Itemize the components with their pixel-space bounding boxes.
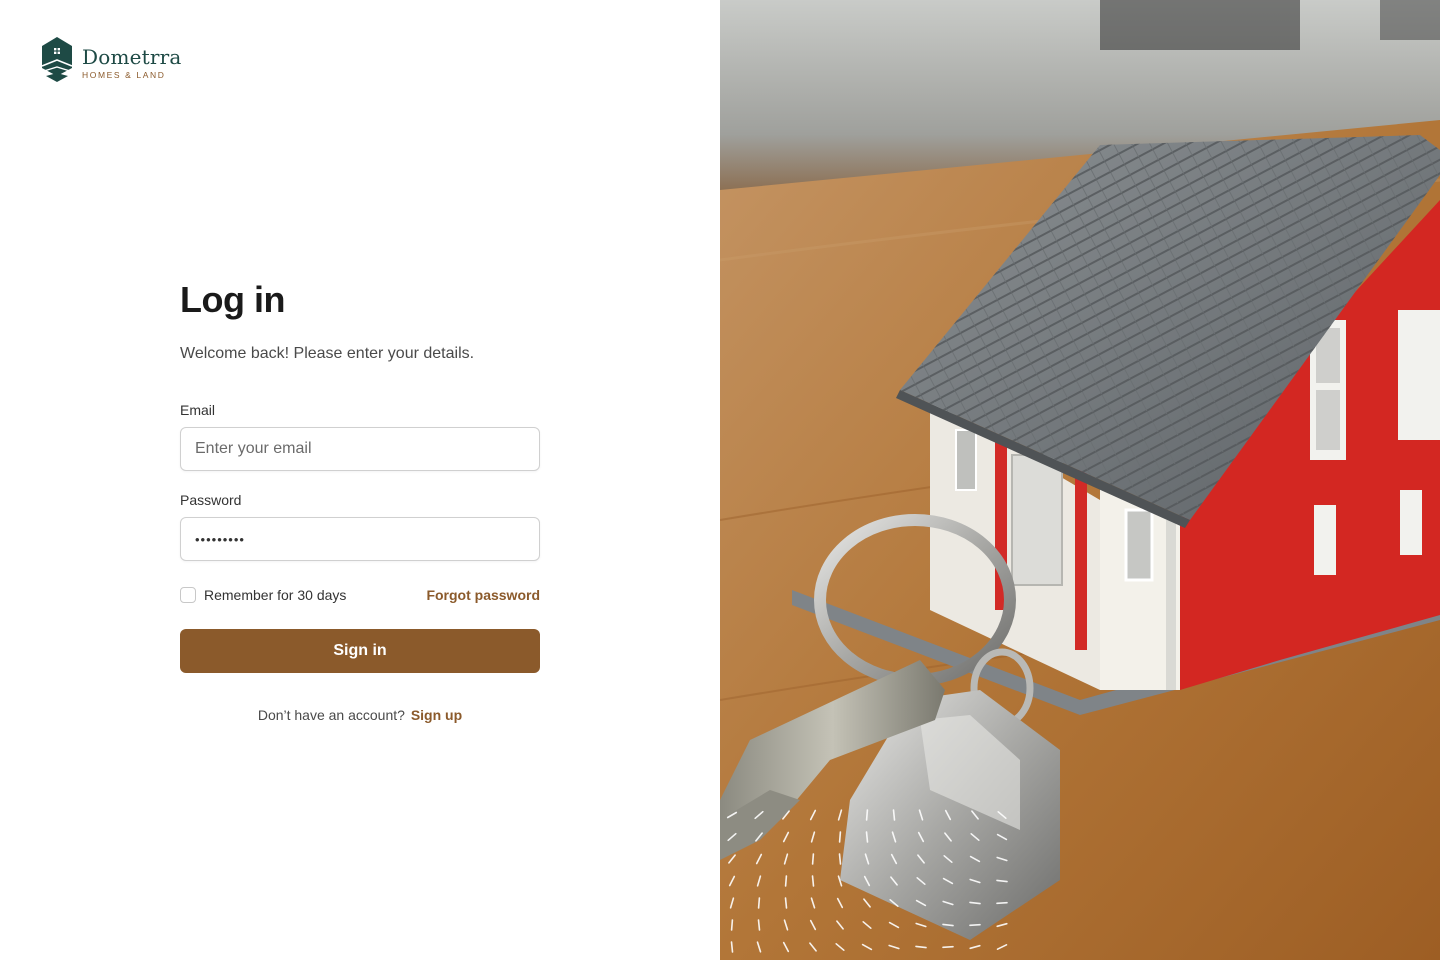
- email-label: Email: [180, 402, 216, 418]
- email-field[interactable]: [180, 427, 540, 471]
- remember-toggle[interactable]: Remember for 30 days: [180, 587, 346, 603]
- model-house-with-keys-photo: [720, 0, 1440, 960]
- page-subtitle: Welcome back! Please enter your details.: [180, 345, 475, 362]
- login-panel: Dometrra HOMES & LAND Log in Welcome bac…: [0, 0, 720, 960]
- login-form: Log in Welcome back! Please enter your d…: [180, 280, 540, 723]
- password-field[interactable]: [180, 517, 540, 561]
- options-row: Remember for 30 days Forgot password: [180, 587, 540, 603]
- sign-in-button[interactable]: Sign in: [180, 629, 540, 673]
- password-label: Password: [180, 492, 242, 508]
- house-shield-icon: [40, 36, 74, 89]
- remember-checkbox[interactable]: [180, 587, 196, 603]
- brand-tagline: HOMES & LAND: [82, 69, 166, 80]
- forgot-password-link[interactable]: Forgot password: [426, 587, 540, 603]
- signup-prompt: Don’t have an account?: [257, 707, 405, 723]
- brand-logo[interactable]: Dometrra HOMES & LAND: [40, 36, 182, 89]
- remember-label: Remember for 30 days: [204, 587, 347, 603]
- signup-row: Don’t have an account? Sign up: [180, 707, 540, 723]
- hero-image-panel: [720, 0, 1440, 960]
- sign-up-link[interactable]: Sign up: [411, 707, 462, 723]
- brand-name: Dometrra: [82, 44, 182, 69]
- page-title: Log in: [180, 279, 285, 320]
